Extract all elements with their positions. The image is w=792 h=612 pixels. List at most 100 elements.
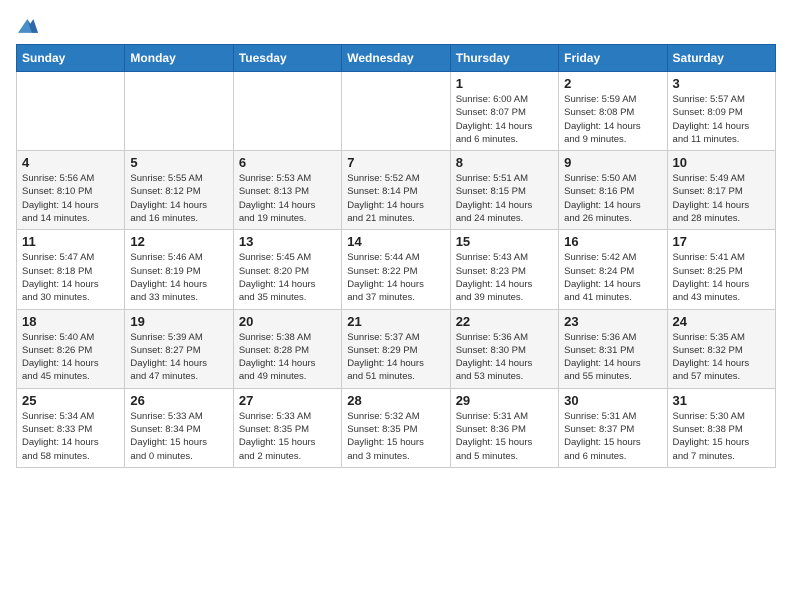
day-cell: 16 Sunrise: 5:42 AM Sunset: 8:24 PM Dayli…	[559, 230, 667, 309]
header-sunday: Sunday	[17, 45, 125, 72]
day-cell: 25 Sunrise: 5:34 AM Sunset: 8:33 PM Dayli…	[17, 388, 125, 467]
day-cell: 29 Sunrise: 5:31 AM Sunset: 8:36 PM Dayli…	[450, 388, 558, 467]
day-info: Sunrise: 5:45 AM Sunset: 8:20 PM Dayligh…	[239, 251, 336, 304]
day-number: 10	[673, 155, 770, 170]
day-number: 15	[456, 234, 553, 249]
day-info: Sunrise: 5:56 AM Sunset: 8:10 PM Dayligh…	[22, 172, 119, 225]
day-cell: 8 Sunrise: 5:51 AM Sunset: 8:15 PM Daylig…	[450, 151, 558, 230]
day-number: 7	[347, 155, 444, 170]
day-info: Sunrise: 5:52 AM Sunset: 8:14 PM Dayligh…	[347, 172, 444, 225]
day-number: 29	[456, 393, 553, 408]
header-thursday: Thursday	[450, 45, 558, 72]
day-info: Sunrise: 5:36 AM Sunset: 8:30 PM Dayligh…	[456, 331, 553, 384]
day-number: 2	[564, 76, 661, 91]
day-number: 28	[347, 393, 444, 408]
day-number: 14	[347, 234, 444, 249]
day-cell: 3 Sunrise: 5:57 AM Sunset: 8:09 PM Daylig…	[667, 72, 775, 151]
day-cell: 2 Sunrise: 5:59 AM Sunset: 8:08 PM Daylig…	[559, 72, 667, 151]
day-cell: 10 Sunrise: 5:49 AM Sunset: 8:17 PM Dayli…	[667, 151, 775, 230]
day-info: Sunrise: 5:32 AM Sunset: 8:35 PM Dayligh…	[347, 410, 444, 463]
day-number: 13	[239, 234, 336, 249]
header-tuesday: Tuesday	[233, 45, 341, 72]
day-cell: 5 Sunrise: 5:55 AM Sunset: 8:12 PM Daylig…	[125, 151, 233, 230]
day-info: Sunrise: 5:49 AM Sunset: 8:17 PM Dayligh…	[673, 172, 770, 225]
day-number: 8	[456, 155, 553, 170]
day-number: 18	[22, 314, 119, 329]
day-cell: 21Sunrise: 5:37 AM Sunset: 8:29 PM Dayli…	[342, 309, 450, 388]
day-cell: 13 Sunrise: 5:45 AM Sunset: 8:20 PM Dayli…	[233, 230, 341, 309]
header-saturday: Saturday	[667, 45, 775, 72]
day-cell: 31 Sunrise: 5:30 AM Sunset: 8:38 PM Dayli…	[667, 388, 775, 467]
day-cell: 18Sunrise: 5:40 AM Sunset: 8:26 PM Dayli…	[17, 309, 125, 388]
day-number: 5	[130, 155, 227, 170]
day-info: Sunrise: 5:39 AM Sunset: 8:27 PM Dayligh…	[130, 331, 227, 384]
day-cell: 24 Sunrise: 5:35 AM Sunset: 8:32 PM Dayli…	[667, 309, 775, 388]
day-number: 12	[130, 234, 227, 249]
day-cell	[17, 72, 125, 151]
day-info: Sunrise: 5:30 AM Sunset: 8:38 PM Dayligh…	[673, 410, 770, 463]
header-monday: Monday	[125, 45, 233, 72]
day-number: 19	[130, 314, 227, 329]
day-cell: 15 Sunrise: 5:43 AM Sunset: 8:23 PM Dayli…	[450, 230, 558, 309]
day-number: 4	[22, 155, 119, 170]
day-info: Sunrise: 5:53 AM Sunset: 8:13 PM Dayligh…	[239, 172, 336, 225]
day-cell	[342, 72, 450, 151]
day-info: Sunrise: 5:36 AM Sunset: 8:31 PM Dayligh…	[564, 331, 661, 384]
day-info: Sunrise: 5:59 AM Sunset: 8:08 PM Dayligh…	[564, 93, 661, 146]
day-number: 6	[239, 155, 336, 170]
logo	[16, 16, 44, 36]
day-number: 11	[22, 234, 119, 249]
logo-icon	[16, 16, 40, 36]
day-info: Sunrise: 5:47 AM Sunset: 8:18 PM Dayligh…	[22, 251, 119, 304]
day-info: Sunrise: 6:00 AM Sunset: 8:07 PM Dayligh…	[456, 93, 553, 146]
day-info: Sunrise: 5:51 AM Sunset: 8:15 PM Dayligh…	[456, 172, 553, 225]
day-cell: 17Sunrise: 5:41 AM Sunset: 8:25 PM Dayli…	[667, 230, 775, 309]
day-number: 22	[456, 314, 553, 329]
day-info: Sunrise: 5:43 AM Sunset: 8:23 PM Dayligh…	[456, 251, 553, 304]
day-number: 20	[239, 314, 336, 329]
day-cell: 19 Sunrise: 5:39 AM Sunset: 8:27 PM Dayli…	[125, 309, 233, 388]
day-cell: 9 Sunrise: 5:50 AM Sunset: 8:16 PM Daylig…	[559, 151, 667, 230]
day-info: Sunrise: 5:55 AM Sunset: 8:12 PM Dayligh…	[130, 172, 227, 225]
day-info: Sunrise: 5:37 AM Sunset: 8:29 PM Dayligh…	[347, 331, 444, 384]
day-number: 1	[456, 76, 553, 91]
day-cell	[233, 72, 341, 151]
header-friday: Friday	[559, 45, 667, 72]
day-number: 9	[564, 155, 661, 170]
header-row: SundayMondayTuesdayWednesdayThursdayFrid…	[17, 45, 776, 72]
header-wednesday: Wednesday	[342, 45, 450, 72]
day-info: Sunrise: 5:44 AM Sunset: 8:22 PM Dayligh…	[347, 251, 444, 304]
day-cell: 7 Sunrise: 5:52 AM Sunset: 8:14 PM Daylig…	[342, 151, 450, 230]
day-info: Sunrise: 5:31 AM Sunset: 8:37 PM Dayligh…	[564, 410, 661, 463]
day-number: 30	[564, 393, 661, 408]
day-number: 3	[673, 76, 770, 91]
day-info: Sunrise: 5:46 AM Sunset: 8:19 PM Dayligh…	[130, 251, 227, 304]
day-cell: 1 Sunrise: 6:00 AM Sunset: 8:07 PM Daylig…	[450, 72, 558, 151]
day-info: Sunrise: 5:42 AM Sunset: 8:24 PM Dayligh…	[564, 251, 661, 304]
week-row-3: 11 Sunrise: 5:47 AM Sunset: 8:18 PM Dayli…	[17, 230, 776, 309]
day-cell: 26Sunrise: 5:33 AM Sunset: 8:34 PM Dayli…	[125, 388, 233, 467]
day-number: 16	[564, 234, 661, 249]
day-cell: 12 Sunrise: 5:46 AM Sunset: 8:19 PM Dayli…	[125, 230, 233, 309]
week-row-5: 25 Sunrise: 5:34 AM Sunset: 8:33 PM Dayli…	[17, 388, 776, 467]
day-info: Sunrise: 5:35 AM Sunset: 8:32 PM Dayligh…	[673, 331, 770, 384]
day-number: 25	[22, 393, 119, 408]
day-number: 23	[564, 314, 661, 329]
day-info: Sunrise: 5:31 AM Sunset: 8:36 PM Dayligh…	[456, 410, 553, 463]
day-cell: 20Sunrise: 5:38 AM Sunset: 8:28 PM Dayli…	[233, 309, 341, 388]
day-number: 24	[673, 314, 770, 329]
day-info: Sunrise: 5:34 AM Sunset: 8:33 PM Dayligh…	[22, 410, 119, 463]
week-row-1: 1 Sunrise: 6:00 AM Sunset: 8:07 PM Daylig…	[17, 72, 776, 151]
day-cell: 27Sunrise: 5:33 AM Sunset: 8:35 PM Dayli…	[233, 388, 341, 467]
day-number: 31	[673, 393, 770, 408]
day-info: Sunrise: 5:57 AM Sunset: 8:09 PM Dayligh…	[673, 93, 770, 146]
calendar-table: SundayMondayTuesdayWednesdayThursdayFrid…	[16, 44, 776, 468]
page-header	[16, 16, 776, 36]
day-cell: 22 Sunrise: 5:36 AM Sunset: 8:30 PM Dayli…	[450, 309, 558, 388]
day-cell	[125, 72, 233, 151]
day-cell: 4 Sunrise: 5:56 AM Sunset: 8:10 PM Daylig…	[17, 151, 125, 230]
week-row-2: 4 Sunrise: 5:56 AM Sunset: 8:10 PM Daylig…	[17, 151, 776, 230]
day-cell: 28 Sunrise: 5:32 AM Sunset: 8:35 PM Dayli…	[342, 388, 450, 467]
day-info: Sunrise: 5:50 AM Sunset: 8:16 PM Dayligh…	[564, 172, 661, 225]
day-cell: 11 Sunrise: 5:47 AM Sunset: 8:18 PM Dayli…	[17, 230, 125, 309]
